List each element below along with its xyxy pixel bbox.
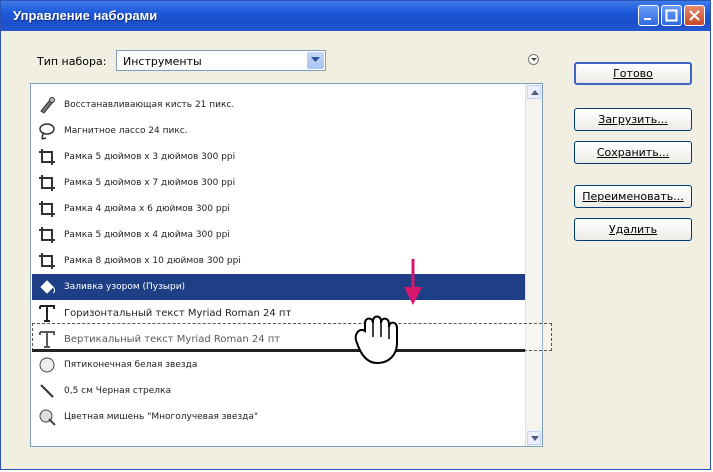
preset-list[interactable]: Восстанавливающая кисть 21 пикс. Магнитно…	[30, 83, 543, 447]
preset-label: Горизонтальный текст Myriad Roman 24 пт	[64, 308, 292, 319]
chevron-down-icon	[531, 436, 539, 441]
preset-list-item[interactable]: Пятиконечная белая звезда	[32, 352, 527, 378]
scroll-up-button[interactable]	[527, 85, 541, 99]
scroll-down-button[interactable]	[527, 431, 541, 445]
crop-icon	[38, 252, 56, 270]
arrow-line-icon	[38, 382, 56, 400]
text-tool-icon	[38, 304, 56, 322]
preset-label: Рамка 5 дюймов x 4 дюйма 300 ppi	[64, 230, 230, 240]
crop-icon	[38, 174, 56, 192]
grab-hand-cursor-icon	[354, 315, 398, 365]
chevron-up-icon	[531, 90, 539, 95]
close-icon	[689, 10, 700, 21]
preset-label: Рамка 5 дюймов x 3 дюймов 300 ppi	[64, 152, 236, 162]
magnetic-lasso-icon	[38, 122, 56, 140]
list-scrollbar[interactable]	[525, 84, 542, 446]
preset-list-item[interactable]: Рамка 8 дюймов x 10 дюймов 300 ppi	[32, 248, 527, 274]
drag-preview-outline	[32, 323, 552, 351]
preset-type-value: Инструменты	[123, 55, 202, 68]
minimize-button[interactable]	[638, 5, 659, 26]
chevron-down-icon	[311, 57, 320, 62]
preset-list-item[interactable]: Рамка 5 дюймов x 7 дюймов 300 ppi	[32, 170, 527, 196]
preset-label: Восстанавливающая кисть 21 пикс.	[64, 100, 235, 110]
preset-label: Пятиконечная белая звезда	[64, 360, 198, 370]
healing-brush-icon	[38, 96, 56, 114]
maximize-button[interactable]	[661, 5, 682, 26]
preset-label: 0,5 см Черная стрелка	[64, 386, 172, 396]
star-shape-icon	[38, 356, 56, 374]
preset-list-item[interactable]: Рамка 4 дюйма x 6 дюймов 300 ppi	[32, 196, 527, 222]
title-bar[interactable]: Управление наборами	[1, 1, 710, 31]
preset-list-item[interactable]: Восстанавливающая кисть 21 пикс.	[32, 92, 527, 118]
maximize-icon	[665, 9, 678, 22]
paint-bucket-icon	[38, 278, 56, 296]
preset-label: Рамка 8 дюймов x 10 дюймов 300 ppi	[64, 256, 241, 266]
panel-menu-icon[interactable]	[528, 54, 539, 65]
preset-type-label: Тип набора:	[37, 55, 107, 68]
drag-down-arrow-icon	[404, 259, 422, 305]
preset-manager-window: Управление наборами Тип набора: Инструме…	[0, 0, 711, 470]
preset-label: Рамка 4 дюйма x 6 дюймов 300 ppi	[64, 204, 230, 214]
preset-label: Магнитное лассо 24 пикс.	[64, 126, 188, 136]
preset-list-item[interactable]: Магнитное лассо 24 пикс.	[32, 118, 527, 144]
target-icon	[38, 408, 56, 426]
dropdown-arrow[interactable]	[307, 52, 324, 69]
close-button[interactable]	[684, 5, 705, 26]
crop-icon	[38, 148, 56, 166]
save-button[interactable]: Сохранить...	[574, 141, 692, 164]
insertion-line	[32, 349, 525, 352]
preset-type-select[interactable]: Инструменты	[116, 50, 326, 71]
window-title: Управление наборами	[13, 8, 158, 23]
done-button[interactable]: Готово	[574, 62, 692, 85]
minimize-icon	[644, 18, 651, 20]
preset-list-item[interactable]: 0,5 см Черная стрелка	[32, 378, 527, 404]
preset-label: Цветная мишень "Многолучевая звезда"	[64, 412, 259, 422]
delete-button[interactable]: Удалить	[574, 218, 692, 241]
load-button[interactable]: Загрузить...	[574, 108, 692, 131]
crop-icon	[38, 200, 56, 218]
preset-list-item[interactable]: Цветная мишень "Многолучевая звезда"	[32, 404, 527, 430]
preset-list-item[interactable]: Рамка 5 дюймов x 4 дюйма 300 ppi	[32, 222, 527, 248]
preset-label: Заливка узором (Пузыри)	[64, 282, 186, 292]
preset-label: Рамка 5 дюймов x 7 дюймов 300 ppi	[64, 178, 236, 188]
preset-list-item[interactable]: Заливка узором (Пузыри)	[32, 274, 527, 300]
preset-list-item[interactable]: Рамка 5 дюймов x 3 дюймов 300 ppi	[32, 144, 527, 170]
rename-button[interactable]: Переименовать...	[574, 185, 692, 208]
crop-icon	[38, 226, 56, 244]
